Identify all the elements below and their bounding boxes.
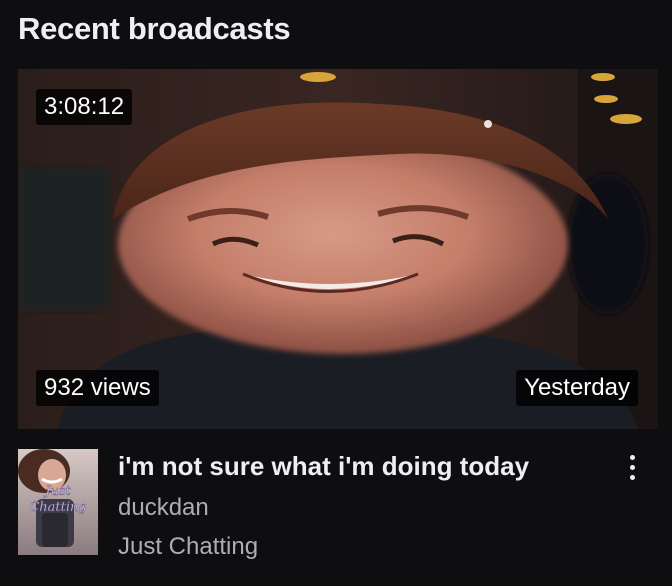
published-date-badge: Yesterday: [516, 370, 638, 406]
category-art-image: Just Chatting: [18, 449, 98, 555]
svg-text:Just: Just: [42, 484, 71, 499]
channel-name-link[interactable]: duckdan: [118, 493, 209, 523]
section-title: Recent broadcasts: [18, 11, 291, 46]
vod-thumbnail[interactable]: 3:08:12 932 views Yesterday: [18, 69, 658, 429]
recent-broadcasts-section: Recent broadcasts 3:08:12 932 views Yest…: [0, 0, 672, 586]
vertical-ellipsis-icon-dot-3: [629, 474, 635, 480]
category-link[interactable]: Just Chatting: [118, 532, 258, 562]
svg-text:Chatting: Chatting: [29, 500, 86, 515]
view-count-badge: 932 views: [36, 370, 159, 406]
category-box-art[interactable]: Just Chatting: [18, 449, 98, 555]
vod-meta: Just Chatting i'm not sure what i'm doin…: [18, 449, 658, 569]
vertical-ellipsis-icon: [629, 454, 635, 460]
vod-title-link[interactable]: i'm not sure what i'm doing today: [118, 450, 529, 482]
vertical-ellipsis-icon-dot-2: [629, 464, 635, 470]
more-options-button[interactable]: [616, 449, 648, 485]
duration-badge: 3:08:12: [36, 89, 133, 125]
